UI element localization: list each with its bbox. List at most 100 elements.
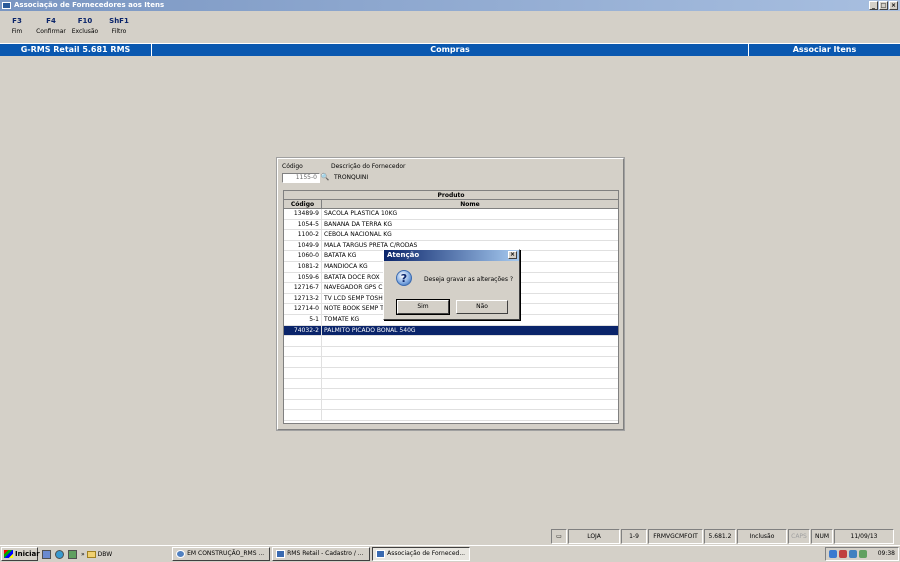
row-codigo: 1049-9 xyxy=(284,240,322,251)
no-button[interactable]: Não xyxy=(456,300,508,314)
clock[interactable]: 09:38 xyxy=(878,550,895,557)
folder-toolbar[interactable]: » DBW xyxy=(81,550,113,558)
table-row-empty[interactable] xyxy=(284,367,618,379)
app-version-label: G-RMS Retail 5.681 RMS xyxy=(0,44,152,56)
network-icon[interactable] xyxy=(829,550,837,558)
fkey-code: F3 xyxy=(12,17,22,25)
table-row-selected[interactable]: 74032-2 PALMITO PICADO BONAL 540G xyxy=(284,325,618,337)
yes-button[interactable]: Sim xyxy=(396,299,450,315)
module-label: Compras xyxy=(152,44,749,56)
fkey-confirmar-button[interactable]: F4 Confirmar xyxy=(34,13,68,41)
window-title: Associação de Fornecedores aos Itens xyxy=(14,1,165,9)
table-row-empty[interactable] xyxy=(284,336,618,347)
table-row-empty[interactable] xyxy=(284,389,618,400)
table-row-empty[interactable] xyxy=(284,346,618,358)
row-codigo: 12714-0 xyxy=(284,304,322,314)
messenger-icon[interactable] xyxy=(849,550,857,558)
status-range: 1-9 xyxy=(621,529,647,544)
task-label: RMS Retail - Cadastro / ... xyxy=(287,550,364,557)
row-codigo: 12713-2 xyxy=(284,293,322,304)
table-row[interactable]: 13489-9 SACOLA PLASTICA 10KG xyxy=(284,209,618,220)
fkey-code: F10 xyxy=(77,17,93,25)
row-codigo: 1081-2 xyxy=(284,261,322,272)
start-button[interactable]: Iniciar xyxy=(1,547,40,561)
row-codigo: 5-1 xyxy=(284,314,322,325)
status-caps: CAPS xyxy=(788,529,810,544)
dialog-title-bar: Atenção × xyxy=(384,250,519,261)
ie-icon xyxy=(176,550,186,558)
row-codigo: 1060-0 xyxy=(284,251,322,261)
status-loja: LOJA xyxy=(568,529,620,544)
system-tray: 09:38 xyxy=(825,547,899,561)
task-button-associacao[interactable]: Associação de Forneced... xyxy=(372,547,471,561)
status-form: FRMVGCMFOIT xyxy=(648,529,703,544)
question-icon: ? xyxy=(396,270,412,286)
tray-app-icon[interactable] xyxy=(859,550,867,558)
fkey-fim-button[interactable]: F3 Fim xyxy=(0,13,34,41)
table-row-empty[interactable] xyxy=(284,378,618,390)
window-controls: _ □ × xyxy=(869,1,898,10)
row-codigo: 1100-2 xyxy=(284,230,322,240)
binoculars-search-icon[interactable]: 🔍 xyxy=(320,173,330,182)
dialog-message: Deseja gravar as alterações ? xyxy=(424,276,514,283)
status-num: NUM xyxy=(811,529,833,544)
row-codigo: 74032-2 xyxy=(284,325,322,336)
fkey-exclusao-button[interactable]: F10 Exclusão xyxy=(68,13,102,41)
module-info-bar: G-RMS Retail 5.681 RMS Compras Associar … xyxy=(0,43,900,56)
fkey-label: Exclusão xyxy=(71,28,99,35)
task-label: Associação de Forneced... xyxy=(387,550,466,557)
column-header-nome[interactable]: Nome xyxy=(322,200,618,208)
table-row-empty[interactable] xyxy=(284,357,618,368)
status-version: 5.681.2 xyxy=(704,529,736,544)
codigo-label: Código xyxy=(282,163,303,170)
fkey-filtro-button[interactable]: ShF1 Filtro xyxy=(102,13,136,41)
dialog-close-icon[interactable]: × xyxy=(508,251,517,259)
fkey-code: ShF1 xyxy=(109,17,129,25)
table-row-empty[interactable] xyxy=(284,410,618,421)
app-icon xyxy=(2,2,11,9)
grid-column-headers: Código Nome xyxy=(284,200,618,209)
table-row[interactable]: 1054-5 BANANA DA TERRA KG xyxy=(284,219,618,231)
close-icon[interactable]: × xyxy=(889,1,898,10)
folder-label: DBW xyxy=(97,550,113,558)
maximize-icon[interactable]: □ xyxy=(879,1,888,10)
rms-app-icon xyxy=(376,550,386,558)
row-nome: BANANA DA TERRA KG xyxy=(324,220,392,228)
quicklaunch-ie-icon[interactable] xyxy=(55,549,64,559)
document-icon: ▭ xyxy=(551,529,567,544)
window-title-bar: Associação de Fornecedores aos Itens _ □… xyxy=(0,0,900,11)
confirm-dialog: Atenção × ? Deseja gravar as alterações … xyxy=(383,249,520,320)
quicklaunch-app-icon[interactable] xyxy=(68,549,77,559)
row-nome: CEBOLA NACIONAL KG xyxy=(324,231,392,239)
function-key-toolbar: F3 Fim F4 Confirmar F10 Exclusão ShF1 Fi… xyxy=(0,13,136,41)
descricao-label: Descrição do Fornecedor xyxy=(331,163,406,170)
antivirus-icon[interactable] xyxy=(839,550,847,558)
row-codigo: 1059-6 xyxy=(284,272,322,283)
windows-logo-icon xyxy=(4,550,13,558)
status-bar: ▭ LOJA 1-9 FRMVGCMFOIT 5.681.2 Inclusão … xyxy=(0,529,900,544)
minimize-icon[interactable]: _ xyxy=(869,1,878,10)
supplier-code-field[interactable]: 1155-0 xyxy=(282,173,320,183)
chevron-right-icon: » xyxy=(81,550,85,558)
task-label: EM CONSTRUÇÃO_RMS ... xyxy=(187,550,265,557)
task-button-rms-cadastro[interactable]: RMS Retail - Cadastro / ... xyxy=(272,547,371,561)
supplier-description-field: TRONQUINI xyxy=(334,174,369,181)
row-nome: SACOLA PLASTICA 10KG xyxy=(324,210,398,217)
row-codigo: 13489-9 xyxy=(284,209,322,219)
status-date: 11/09/13 xyxy=(834,529,894,544)
start-label: Iniciar xyxy=(15,550,40,558)
fkey-label: Filtro xyxy=(111,28,127,35)
fkey-label: Confirmar xyxy=(36,28,66,35)
task-button-em-construcao[interactable]: EM CONSTRUÇÃO_RMS ... xyxy=(172,547,271,561)
row-codigo: 12716-7 xyxy=(284,283,322,293)
rms-app-icon xyxy=(276,550,286,558)
folder-icon xyxy=(86,550,96,558)
row-nome: PALMITO PICADO BONAL 540G xyxy=(324,326,416,334)
screen-label: Associar Itens xyxy=(792,45,857,54)
quicklaunch-desktop-icon[interactable] xyxy=(42,549,51,559)
table-row-empty[interactable] xyxy=(284,399,618,411)
taskbar: Iniciar » DBW EM CONSTRUÇÃO_RMS ... RMS … xyxy=(0,545,900,562)
fkey-code: F4 xyxy=(46,17,56,25)
table-row[interactable]: 1100-2 CEBOLA NACIONAL KG xyxy=(284,230,618,241)
column-header-codigo[interactable]: Código xyxy=(284,200,322,208)
